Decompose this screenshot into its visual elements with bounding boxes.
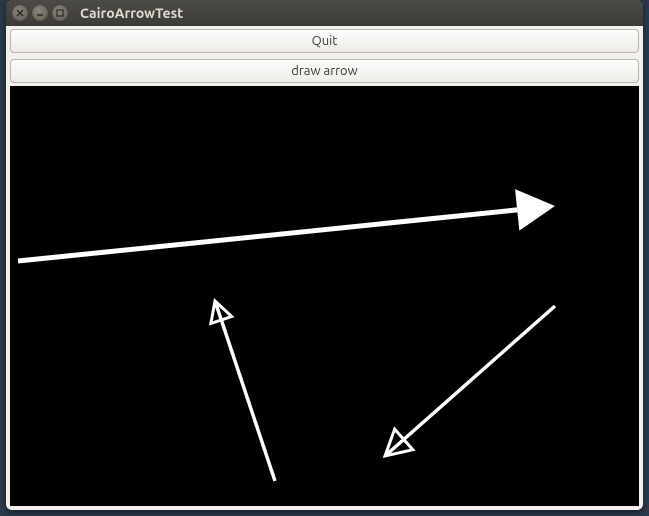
arrow-up-head <box>211 301 232 323</box>
button-row-quit: Quit <box>6 26 643 56</box>
arrow-svg <box>10 86 639 506</box>
minimize-icon[interactable] <box>32 5 48 21</box>
maximize-icon[interactable] <box>52 5 68 21</box>
window-title: CairoArrowTest <box>80 5 183 21</box>
titlebar[interactable]: CairoArrowTest <box>6 0 643 26</box>
quit-button[interactable]: Quit <box>10 29 639 53</box>
close-icon[interactable] <box>12 5 28 21</box>
arrow-up-shaft <box>215 301 275 481</box>
button-row-draw: draw arrow <box>6 56 643 86</box>
canvas-container <box>6 86 643 510</box>
arrow-large-right-head <box>515 189 555 231</box>
draw-arrow-button[interactable]: draw arrow <box>10 59 639 83</box>
drawing-canvas[interactable] <box>10 86 639 506</box>
arrow-down-left-shaft <box>385 306 555 456</box>
app-window: CairoArrowTest Quit draw arrow <box>6 0 643 510</box>
client-area: Quit draw arrow <box>6 26 643 510</box>
arrow-large-right-shaft <box>18 210 517 261</box>
